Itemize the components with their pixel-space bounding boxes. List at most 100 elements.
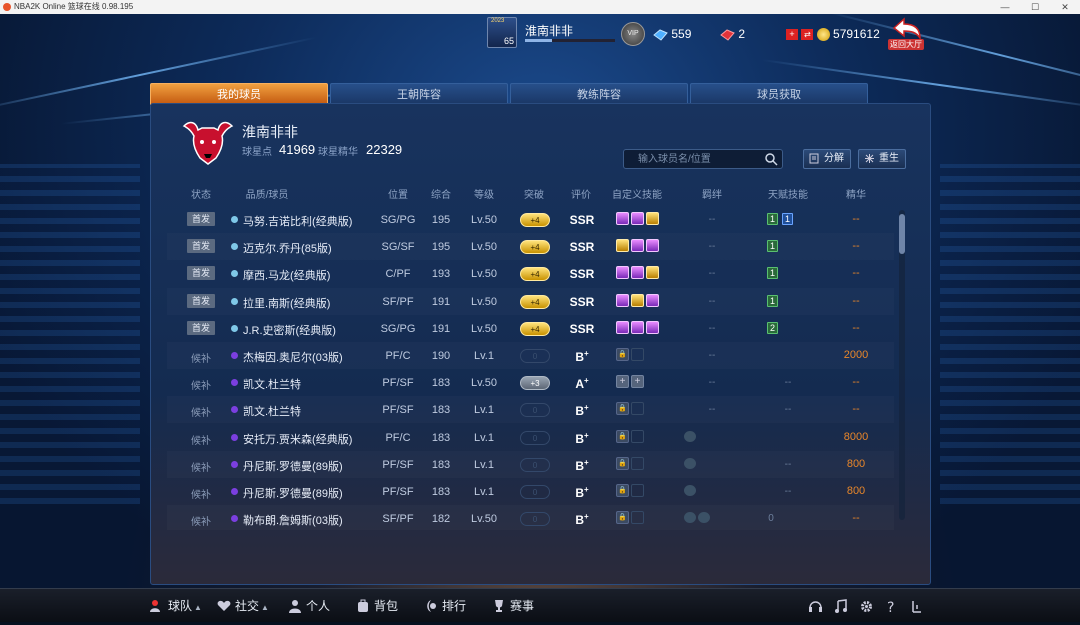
minimize-button[interactable]: —: [990, 0, 1020, 14]
custom-skill-icon[interactable]: 🔒: [616, 511, 629, 525]
settings-icon[interactable]: [859, 599, 874, 614]
breakthrough-badge[interactable]: 0: [520, 485, 550, 499]
search-input[interactable]: [623, 149, 783, 169]
status-badge[interactable]: 候补: [191, 350, 211, 365]
status-badge[interactable]: 候补: [191, 432, 211, 447]
custom-skill-icon[interactable]: [616, 266, 629, 280]
breakthrough-badge[interactable]: 0: [520, 430, 550, 445]
custom-skill-icon[interactable]: [631, 429, 644, 443]
table-row[interactable]: 首发 迈克尔.乔丹(85版) SG/SF 195 Lv.50 +4 SSR -- 1 --: [167, 233, 894, 260]
headset-icon[interactable]: [808, 599, 823, 614]
status-badge[interactable]: 候补: [191, 459, 211, 474]
custom-skill-icon[interactable]: [631, 320, 644, 334]
player-name[interactable]: 摩西.马龙(经典版): [243, 267, 330, 283]
status-badge[interactable]: 候补: [191, 486, 211, 501]
table-row[interactable]: 首发 马努.吉诺比利(经典版) SG/PG 195 Lv.50 +4 SSR -- 1 1 --: [167, 206, 894, 233]
custom-skill-icon[interactable]: [616, 293, 629, 307]
player-name[interactable]: 拉里.南斯(经典版): [243, 295, 330, 311]
table-row[interactable]: 首发 拉里.南斯(经典版) SF/PF 191 Lv.50 +4 SSR -- 1 --: [167, 288, 894, 315]
table-row[interactable]: 候补 丹尼斯.罗德曼(89版) PF/SF 183 Lv.1 0 B+ 🔒 -- 800: [167, 451, 894, 478]
custom-skill-icon[interactable]: [646, 293, 659, 307]
nav-personal[interactable]: 个人: [288, 589, 330, 623]
custom-skill-icon[interactable]: [631, 456, 644, 470]
custom-skill-icon[interactable]: 🔒: [616, 402, 629, 416]
recharge-icon[interactable]: +: [786, 29, 798, 41]
talent-skill-icon[interactable]: 1: [767, 240, 778, 253]
breakthrough-badge[interactable]: 0: [520, 512, 550, 527]
exit-icon[interactable]: [909, 599, 924, 614]
status-badge[interactable]: 首发: [187, 266, 215, 281]
custom-skill-icon[interactable]: [616, 239, 629, 253]
player-name[interactable]: 凯文.杜兰特: [243, 403, 301, 419]
player-name[interactable]: 凯文.杜兰特: [243, 376, 301, 392]
player-name[interactable]: 丹尼斯.罗德曼(89版): [243, 485, 343, 501]
player-name[interactable]: 勒布朗.詹姆斯(03版): [243, 512, 343, 528]
table-row[interactable]: 候补 凯文.杜兰特 PF/SF 183 Lv.1 0 B+ 🔒 -- -- --: [167, 396, 894, 423]
breakthrough-badge[interactable]: +4: [520, 294, 550, 309]
custom-skill-icon[interactable]: 🔒: [616, 456, 629, 470]
nav-social[interactable]: 社交 ▲: [217, 589, 269, 623]
custom-skill-icon[interactable]: [631, 266, 644, 280]
custom-skill-icon[interactable]: [631, 212, 644, 225]
fetter-icon[interactable]: [684, 512, 696, 524]
tab-my-players[interactable]: 我的球员: [150, 83, 328, 105]
vip-icon[interactable]: VIP: [621, 22, 645, 46]
custom-skill-icon[interactable]: [631, 348, 644, 361]
exchange-icon[interactable]: ⇄: [801, 29, 814, 41]
table-row[interactable]: 首发 摩西.马龙(经典版) C/PF 193 Lv.50 +4 SSR -- 1 --: [167, 260, 894, 287]
rebirth-button[interactable]: 重生: [858, 149, 906, 169]
nav-ranking[interactable]: 排行: [424, 589, 466, 623]
table-row[interactable]: 候补 杰梅因.奥尼尔(03版) PF/C 190 Lv.1 0 B+ 🔒 -- 2000: [167, 342, 894, 369]
player-name[interactable]: J.R.史密斯(经典版): [243, 322, 336, 338]
breakthrough-badge[interactable]: 0: [520, 349, 550, 363]
custom-skill-icon[interactable]: +: [616, 375, 629, 389]
custom-skill-icon[interactable]: [616, 212, 629, 225]
decompose-button[interactable]: 分解: [803, 149, 851, 169]
status-badge[interactable]: 首发: [187, 320, 215, 335]
nav-team[interactable]: 球队 ▲: [150, 589, 202, 623]
custom-skill-icon[interactable]: [646, 212, 659, 225]
fetter-icon[interactable]: [684, 430, 696, 442]
breakthrough-badge[interactable]: +4: [520, 321, 550, 336]
help-icon[interactable]: ?: [884, 599, 899, 614]
custom-skill-icon[interactable]: [631, 511, 644, 525]
breakthrough-badge[interactable]: 0: [520, 457, 550, 472]
fetter-icon[interactable]: [684, 485, 696, 496]
status-badge[interactable]: 首发: [187, 293, 215, 308]
fetter-icon[interactable]: [698, 512, 710, 524]
tab-coach-lineup[interactable]: 教练阵容: [510, 83, 688, 105]
table-row[interactable]: 候补 凯文.杜兰特 PF/SF 183 Lv.50 +3 A+ + + -- -- --: [167, 369, 894, 396]
custom-skill-icon[interactable]: [646, 266, 659, 280]
table-row[interactable]: 候补 安托万.贾米森(经典版) PF/C 183 Lv.1 0 B+ 🔒 8000: [167, 424, 894, 451]
player-name[interactable]: 迈克尔.乔丹(85版): [243, 240, 332, 256]
status-badge[interactable]: 候补: [191, 404, 211, 419]
talent-skill-icon[interactable]: 1: [767, 213, 778, 225]
custom-skill-icon[interactable]: [631, 484, 644, 497]
status-badge[interactable]: 首发: [187, 212, 215, 226]
custom-skill-icon[interactable]: [631, 402, 644, 416]
search-icon[interactable]: [764, 152, 778, 166]
talent-skill-icon[interactable]: 2: [767, 321, 778, 334]
table-row[interactable]: 首发 J.R.史密斯(经典版) SG/PG 191 Lv.50 +4 SSR -- 2 --: [167, 315, 894, 342]
player-name[interactable]: 丹尼斯.罗德曼(89版): [243, 458, 343, 474]
status-badge[interactable]: 首发: [187, 239, 215, 254]
maximize-button[interactable]: ☐: [1020, 0, 1050, 14]
custom-skill-icon[interactable]: 🔒: [616, 429, 629, 443]
nav-events[interactable]: 赛事: [492, 589, 534, 623]
table-scrollbar[interactable]: [899, 210, 905, 520]
tab-player-acquire[interactable]: 球员获取: [690, 83, 868, 105]
custom-skill-icon[interactable]: [631, 293, 644, 307]
status-badge[interactable]: 候补: [191, 377, 211, 392]
custom-skill-icon[interactable]: [631, 239, 644, 253]
talent-skill-icon[interactable]: 1: [782, 213, 793, 225]
back-to-lobby-button[interactable]: 返回大厅: [888, 16, 924, 52]
custom-skill-icon[interactable]: [646, 320, 659, 334]
player-name[interactable]: 安托万.贾米森(经典版): [243, 431, 352, 447]
player-name[interactable]: 马努.吉诺比利(经典版): [243, 213, 352, 229]
fetter-icon[interactable]: [684, 457, 696, 469]
custom-skill-icon[interactable]: [616, 320, 629, 334]
status-badge[interactable]: 候补: [191, 513, 211, 528]
close-button[interactable]: ✕: [1050, 0, 1080, 14]
player-avatar[interactable]: 2023 65: [487, 17, 517, 48]
tab-dynasty-lineup[interactable]: 王朝阵容: [330, 83, 508, 105]
